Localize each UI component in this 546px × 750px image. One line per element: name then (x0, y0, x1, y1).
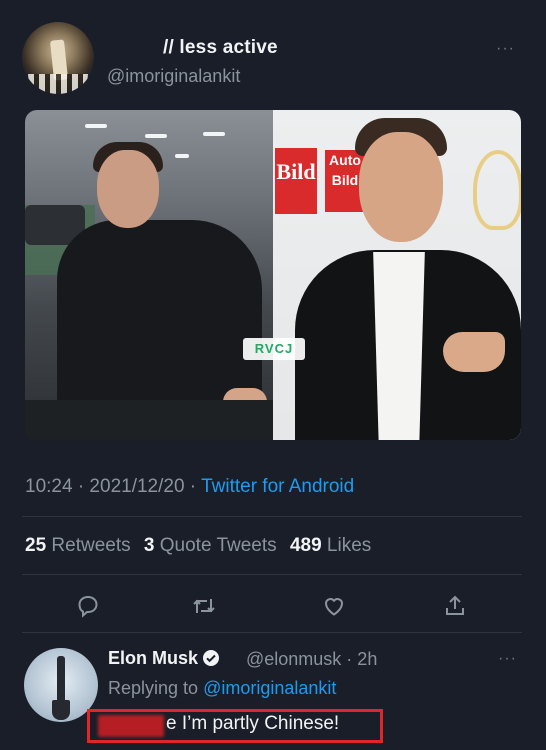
reply-tweet-text: e I’m partly Chinese! (166, 713, 340, 734)
tweet-source-link[interactable]: Twitter for Android (201, 476, 354, 497)
retweets-stat[interactable]: 25 Retweets (25, 535, 131, 556)
divider (22, 632, 522, 633)
tweet-header: // less active @imoriginalankit ··· (0, 0, 546, 105)
rvcj-watermark: RVCJ (243, 338, 305, 360)
author-handle[interactable]: @imoriginalankit (107, 66, 240, 87)
reply-author-name[interactable]: Elon Musk (108, 648, 220, 672)
author-display-name[interactable]: // less active (163, 37, 278, 59)
reply-icon (78, 595, 98, 618)
tweet-actions-bar (0, 586, 546, 626)
photo-left-parking-garage (25, 110, 273, 440)
reply-more-options-icon[interactable]: ··· (498, 650, 517, 668)
like-button[interactable] (314, 586, 354, 626)
author-avatar[interactable] (22, 22, 94, 94)
reply-author-handle[interactable]: @elonmusk · 2h (246, 649, 377, 670)
more-options-icon[interactable]: ··· (496, 40, 515, 58)
share-icon (446, 595, 464, 615)
tweet-timestamp: 10:24 · 2021/12/20 · Twitter for Android (25, 476, 354, 498)
quote-tweets-stat[interactable]: 3 Quote Tweets (144, 535, 277, 556)
tweet-media-image[interactable]: Bild Auto Bild RVCJ (25, 110, 521, 440)
verified-badge-icon (202, 649, 220, 672)
timestamp-text: 10:24 · 2021/12/20 · (25, 476, 202, 497)
divider (22, 574, 522, 575)
photo-right-event: Bild Auto Bild (273, 110, 521, 440)
bild-sign: Bild (275, 148, 317, 214)
share-button[interactable] (435, 586, 475, 626)
replying-to-mention-link[interactable]: @imoriginalankit (203, 678, 336, 698)
tweet-stats: 25 Retweets 3 Quote Tweets 489 Likes (25, 535, 371, 557)
reply-button[interactable] (68, 586, 108, 626)
divider (22, 516, 522, 517)
retweet-button[interactable] (184, 586, 224, 626)
retweet-icon (193, 599, 215, 613)
likes-stat[interactable]: 489 Likes (290, 535, 371, 556)
steering-wheel-trophy (473, 150, 521, 230)
redacted-text-overlay (98, 715, 164, 737)
replying-to: Replying to @imoriginalankit (108, 678, 337, 698)
like-icon (324, 598, 344, 616)
tweet-detail-page: // less active @imoriginalankit ··· Bild… (0, 0, 546, 750)
